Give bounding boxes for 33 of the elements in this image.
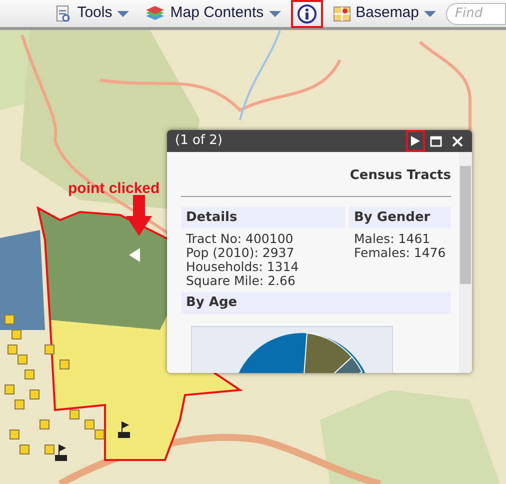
play-icon	[411, 136, 420, 146]
caret-icon	[424, 10, 436, 16]
flag-icon	[55, 444, 67, 461]
detail-text: Females: 1476	[353, 246, 447, 260]
maximize-icon	[430, 136, 442, 146]
section-heading: Details	[181, 206, 345, 228]
detail-text: Males: 1461	[353, 232, 432, 246]
scrollbar-thumb[interactable]	[460, 166, 471, 284]
caret-icon	[268, 10, 281, 16]
detail-text: Square Mile: 2.66	[185, 274, 296, 288]
detail-text: Households: 1314	[185, 260, 300, 274]
info-icon	[296, 4, 317, 24]
layers-icon	[145, 6, 166, 22]
flag-icon	[118, 421, 130, 438]
section-heading: By Gender	[349, 206, 451, 228]
annotation-text: point clicked	[68, 179, 160, 199]
clicked-point-marker	[129, 248, 140, 262]
layer-title: Census Tracts	[181, 160, 451, 196]
report-icon	[54, 4, 72, 22]
info-button[interactable]	[290, 0, 323, 28]
popup-title: (1 of 2)	[175, 132, 222, 150]
detail-text: Pop (2010): 2937	[185, 246, 296, 260]
toolbar-menu-button[interactable]: Map Contents	[139, 0, 287, 28]
next-button[interactable]	[406, 130, 425, 152]
map-pin-icon	[332, 4, 351, 22]
detail-text: Tract No: 400100	[185, 232, 294, 246]
toolbar-menu-button[interactable]: Tools	[48, 0, 136, 28]
caret-icon	[117, 10, 130, 16]
search-field[interactable]: Find	[446, 2, 506, 24]
section-heading: By Age	[181, 292, 451, 314]
close-icon	[452, 136, 463, 146]
toolbar-menu-button[interactable]: Basemap	[326, 0, 442, 28]
annotation-arrow	[126, 195, 152, 236]
